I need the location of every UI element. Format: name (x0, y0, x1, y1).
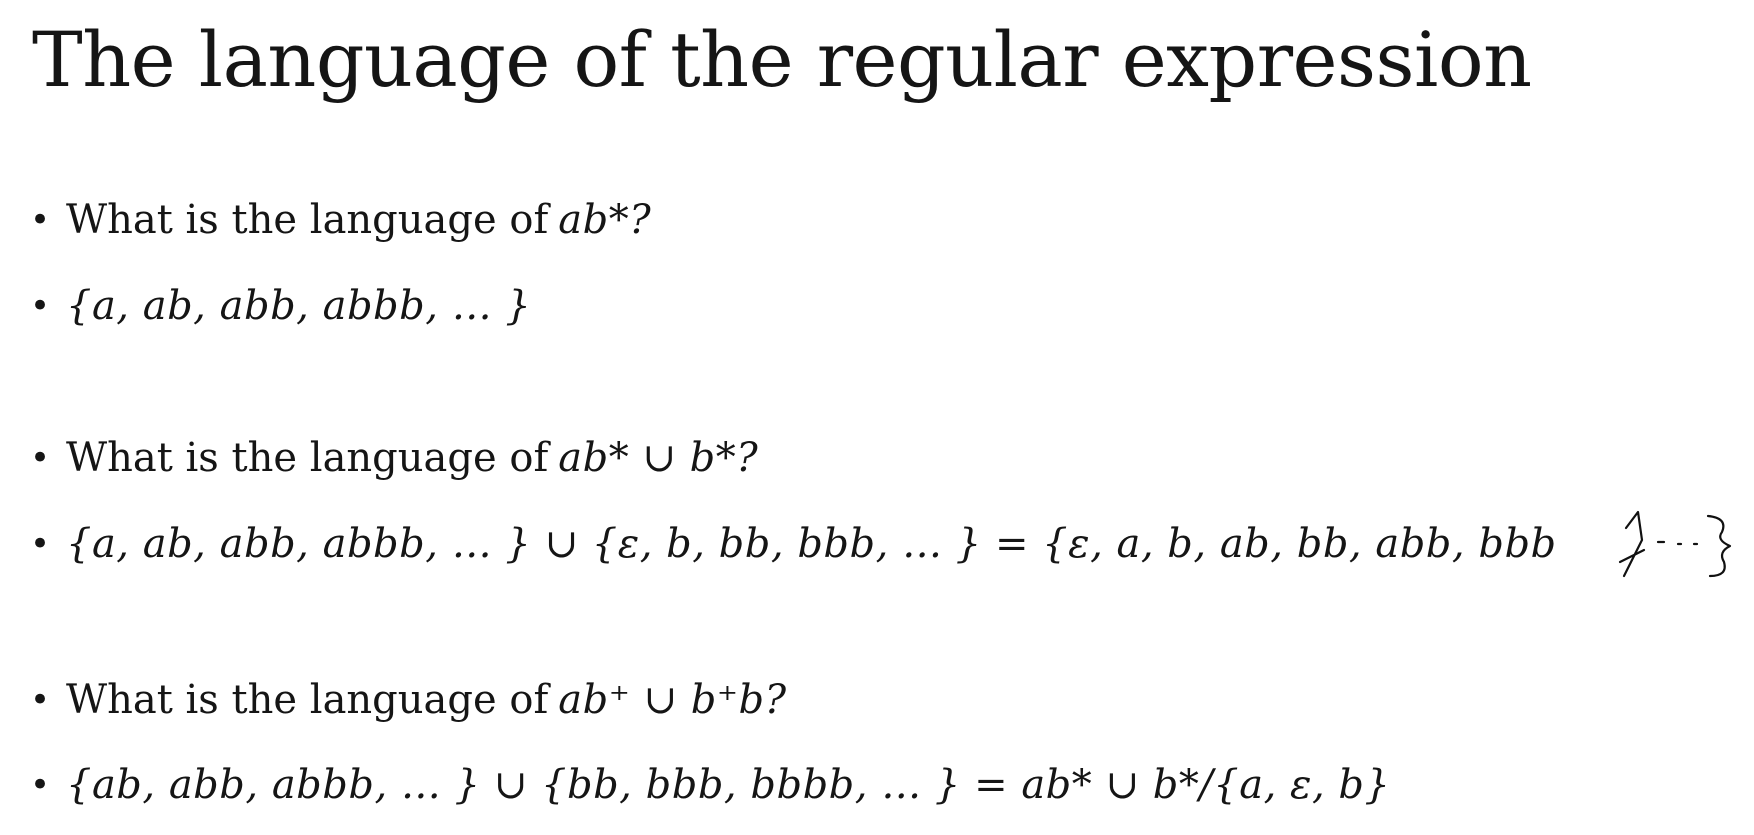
regex-expression: ab⁺ ∪ b⁺b? (558, 677, 787, 723)
bullet-icon: • (30, 524, 51, 564)
answer-ab-star-union-b-star: • {a, ab, abb, abbb, … } ∪ {ε, b, bb, bb… (30, 514, 1557, 574)
answer-ab-plus-union-b-plus-b: • {ab, abb, abbb, … } ∪ {bb, bbb, bbbb, … (30, 755, 1390, 815)
bullet-icon: • (30, 438, 51, 478)
language-set: {a, ab, abb, abbb, … } ∪ {ε, b, bb, bbb,… (66, 521, 1557, 567)
question-ab-star-union-b-star: • What is the language of ab* ∪ b*? (30, 428, 758, 488)
question-text: What is the language of (66, 197, 549, 243)
question-ab-plus-union-b-plus-b: • What is the language of ab⁺ ∪ b⁺b? (30, 670, 787, 730)
bullet-list: • What is the language of ab*? • {a, ab,… (0, 0, 1754, 835)
bullet-icon: • (30, 680, 51, 720)
language-set: {ab, abb, abbb, … } ∪ {bb, bbb, bbbb, … … (66, 762, 1391, 808)
bullet-icon: • (30, 765, 51, 805)
question-ab-star: • What is the language of ab*? (30, 190, 651, 250)
handwritten-closing-brace-icon (1618, 510, 1732, 578)
question-text: What is the language of (66, 435, 549, 481)
bullet-icon: • (30, 200, 51, 240)
language-set: {a, ab, abb, abbb, … } (66, 283, 532, 329)
bullet-icon: • (30, 286, 51, 326)
answer-ab-star: • {a, ab, abb, abbb, … } (30, 276, 531, 336)
regex-expression: ab* ∪ b*? (558, 435, 759, 481)
regex-expression: ab*? (558, 197, 652, 243)
question-text: What is the language of (66, 677, 549, 723)
